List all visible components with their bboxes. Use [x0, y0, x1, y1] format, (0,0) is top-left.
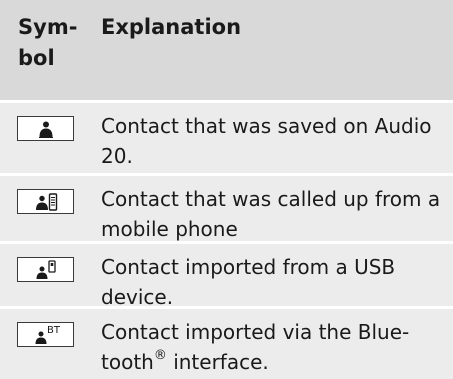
- table-row: Contact that was saved on Audio 20.: [0, 103, 453, 173]
- contact-phone-icon: [17, 189, 74, 214]
- contact-bluetooth-icon: BT: [17, 322, 74, 347]
- contact-icon: [17, 116, 74, 141]
- row-text-fragment: interface.: [166, 350, 269, 374]
- row-explanation: Contact that was saved on Audio 20.: [101, 111, 446, 171]
- row-text-line: Contact imported from a USB: [101, 255, 396, 279]
- row-text-line: Contact that was saved on Audio: [101, 114, 432, 138]
- row-text-line: Contact that was called up from a: [101, 187, 441, 211]
- row-text-line: mobile phone: [101, 217, 238, 241]
- table-header: Sym- bol Explanation: [0, 0, 453, 100]
- table-row: BT Contact imported via the Blue- tooth®…: [0, 309, 453, 379]
- row-text-line: tooth® interface.: [101, 347, 446, 377]
- row-explanation: Contact imported via the Blue- tooth® in…: [101, 317, 446, 377]
- registered-mark: ®: [153, 348, 167, 364]
- row-text-fragment: tooth: [101, 350, 154, 374]
- row-text-line: Contact imported via the Blue-: [101, 320, 410, 344]
- row-text-line: 20.: [101, 144, 133, 168]
- header-explanation: Explanation: [101, 15, 242, 39]
- table-row: Contact imported from a USB device.: [0, 244, 453, 309]
- contact-usb-icon: [17, 257, 74, 282]
- row-explanation: Contact that was called up from a mobile…: [101, 184, 446, 244]
- icon-label-bt: BT: [47, 325, 61, 336]
- table-row: Contact that was called up from a mobile…: [0, 176, 453, 241]
- row-explanation: Contact imported from a USB device.: [101, 252, 446, 312]
- header-symbol: Sym- bol: [18, 15, 78, 70]
